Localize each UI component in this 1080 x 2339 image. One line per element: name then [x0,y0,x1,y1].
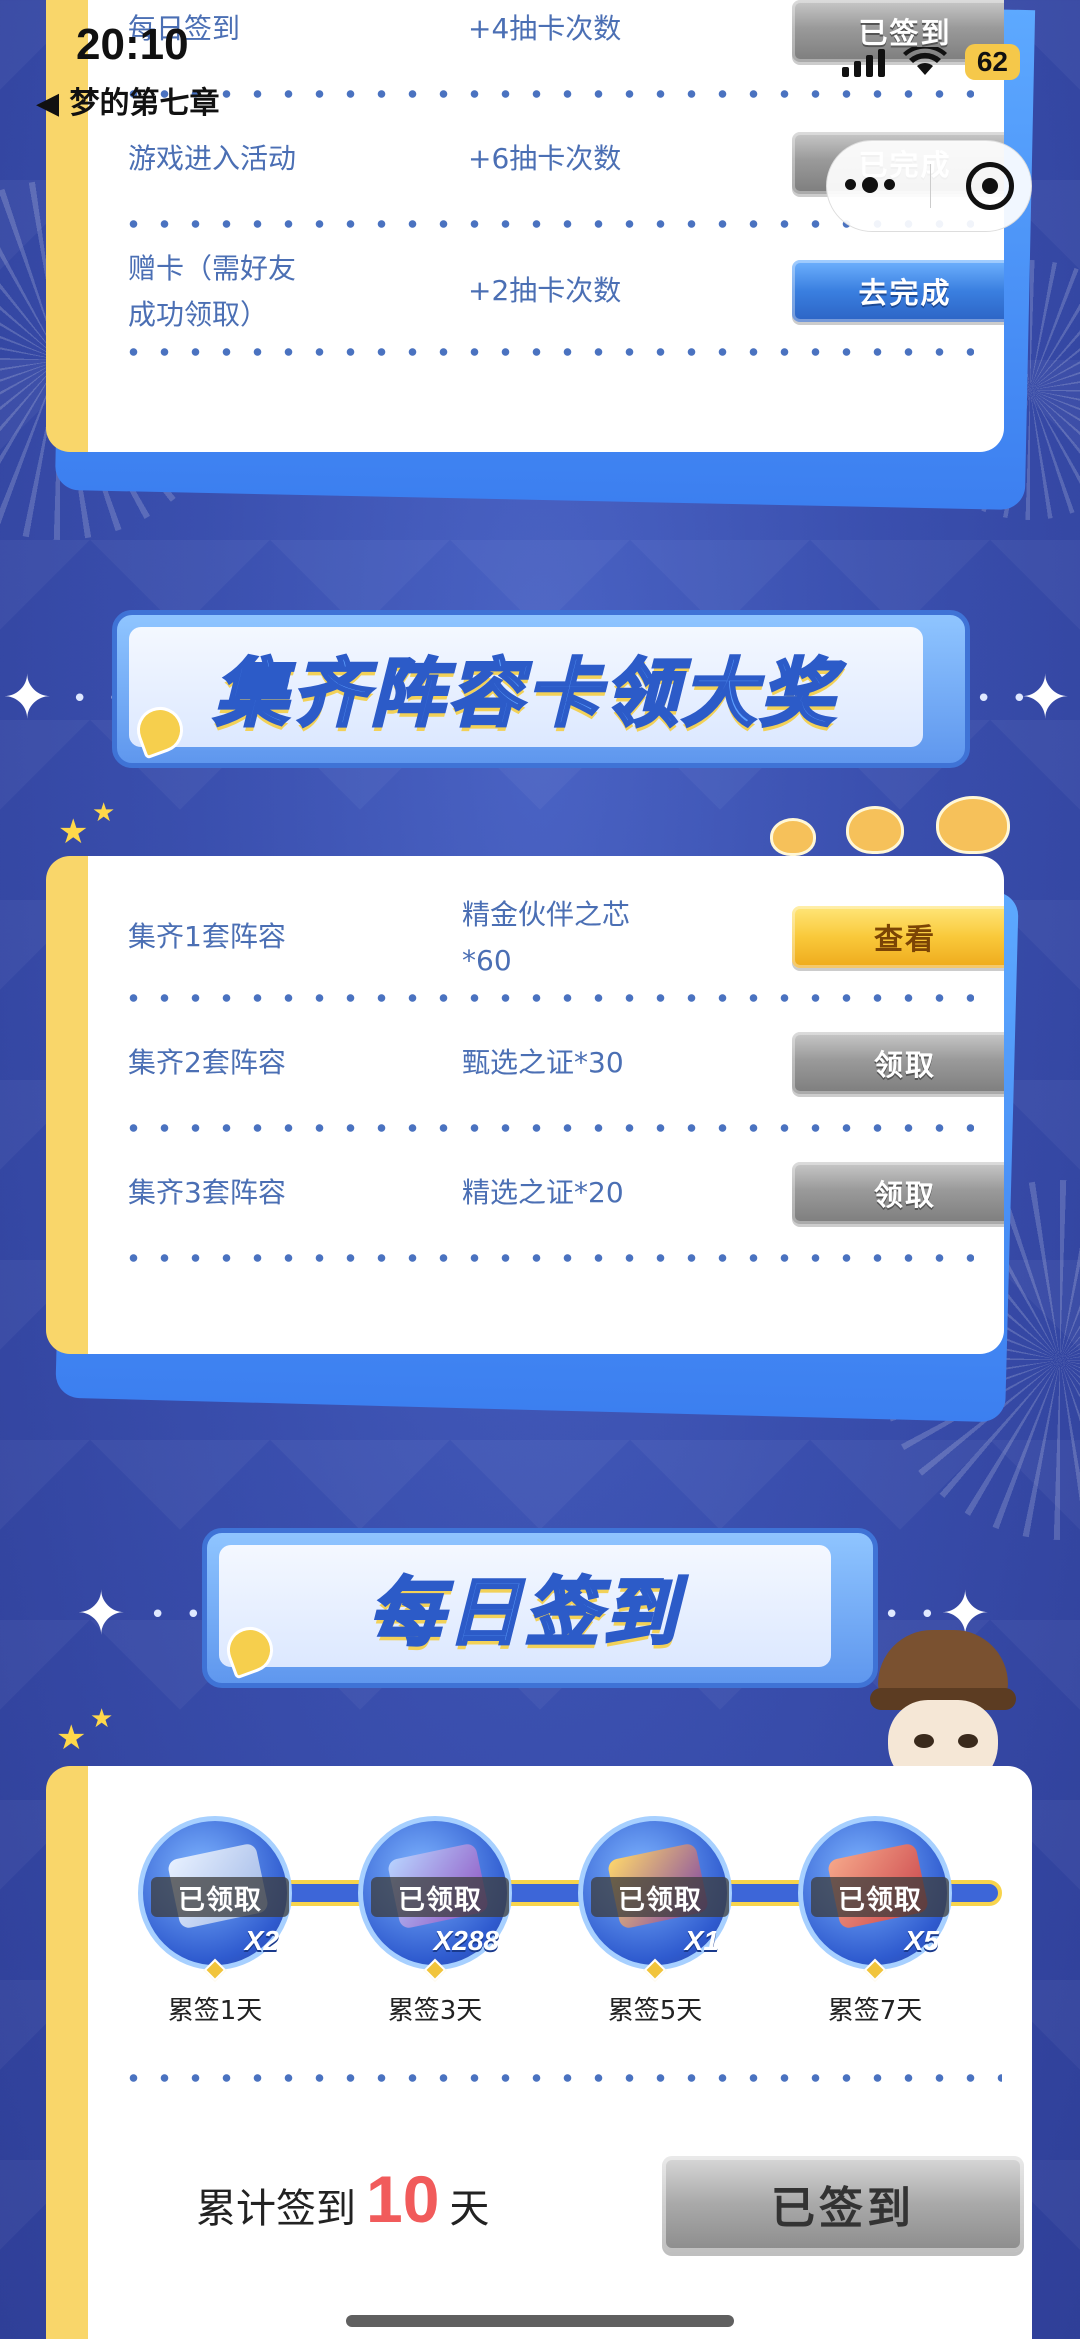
card-side-text: CHAPTER SEVEN [57,1806,84,2063]
status-icons: 62 [841,44,1020,80]
sparkle-icon: ✦ [1020,663,1071,733]
user-id-watermark: ID 4825 [900,2272,1020,2310]
sparkle-dots: • • [884,1600,941,1630]
milestone-day-label: 累签5天 [607,1996,703,2026]
star-icon: ★ [58,812,89,852]
lineup-name: 集齐3套阵容 [128,1176,286,1209]
signin-banner: 每日签到 [202,1528,878,1688]
reward-coin: 已领取 X5 [798,1816,952,1970]
reward-count: X288 [433,1925,499,1956]
close-miniprogram-icon[interactable] [965,162,1014,210]
star-icon: ★ [92,798,116,828]
reward-count: X1 [684,1925,719,1956]
back-link[interactable]: ◀ 梦的第七章 [36,78,220,122]
reward-coin: 已领取 X288 [358,1816,512,1970]
milestone-day5: 已领取 X1 累签5天 [570,1816,740,2027]
reward-coin: 已领取 X2 [138,1816,292,1970]
reward-coin: 已领取 X1 [578,1816,732,1970]
star-icon: ★ [90,1704,114,1734]
milestone-day1: 已领取 X2 累签1天 [130,1816,300,2027]
cellular-signal-icon [841,47,885,77]
task-reward: +6抽卡次数 [468,142,622,175]
claimed-stamp: 已领取 [591,1877,729,1917]
claimed-stamp: 已领取 [811,1877,949,1917]
battery-indicator: 62 [964,44,1020,80]
signin-banner-title: 每日签到 [368,1568,681,1657]
milestone-day3: 已领取 X288 累签3天 [350,1816,520,2027]
dotted-divider [118,1254,974,1262]
milestone-day-label: 累签7天 [827,1996,923,2026]
lineup-banner-inner: 集齐阵容卡领大奖 [129,627,923,747]
status-bar: 20:10 ◀ 梦的第七章 62 [0,0,1080,122]
total-suffix: 天 [449,2186,490,2232]
lineup-row: 集齐1套阵容 精金伙伴之芯 *60 查看 [88,892,1004,1022]
sparkle-icon: ✦ [76,1579,127,1649]
more-menu-icon[interactable] [844,177,895,193]
star-icon: ★ [56,1718,87,1758]
dotted-divider [118,2074,1002,2082]
lineup-name: 集齐1套阵容 [128,920,286,953]
petal-icon [770,818,816,856]
task-row: 赠卡（需好友 成功领取） +2抽卡次数 去完成 [88,246,1004,376]
total-signin: 累计签到 10 天 [196,2161,489,2237]
milestone-day-label: 累签1天 [167,1996,263,2026]
sparkle-icon: ✦ [2,663,53,733]
lineup-reward: 精选之证*20 [462,1176,624,1209]
task-name: 游戏进入活动 [128,142,297,175]
lineup-card: CHAPTER SEVEN 集齐1套阵容 精金伙伴之芯 *60 查看 集齐2套阵… [46,856,1004,1354]
dotted-divider [118,1124,974,1132]
view-button[interactable]: 查看 [792,906,1004,968]
clock: 20:10 [76,20,189,69]
card-side-text: CHAPTER SEVEN [57,896,84,1153]
lineup-reward-line2: *60 [462,944,512,977]
milestone-day-label: 累签3天 [387,1996,483,2026]
claim-button[interactable]: 领取 [792,1032,1004,1094]
task-name-line1: 赠卡（需好友 [128,252,297,285]
reward-count: X2 [244,1925,279,1956]
lineup-name: 集齐2套阵容 [128,1046,286,1079]
signed-in-big-button[interactable]: 已签到 [662,2156,1024,2252]
home-indicator[interactable] [346,2315,734,2327]
dotted-divider [118,348,974,356]
reward-count: X5 [904,1925,939,1956]
go-complete-button[interactable]: 去完成 [792,260,1004,322]
lineup-reward-line1: 精金伙伴之芯 [462,898,631,931]
claimed-stamp: 已领取 [151,1877,289,1917]
dotted-divider [118,994,974,1002]
lineup-row: 集齐3套阵容 精选之证*20 领取 [88,1162,1004,1292]
claimed-stamp: 已领取 [371,1877,509,1917]
wifi-icon [902,44,947,77]
sparkle-dots: • • [150,1600,207,1630]
capsule-divider [929,164,931,208]
claim-button[interactable]: 领取 [792,1162,1004,1224]
lineup-banner-title: 集齐阵容卡领大奖 [213,649,838,738]
signin-banner-inner: 每日签到 [219,1545,831,1667]
total-prefix: 累计签到 [196,2186,356,2232]
task-reward: +2抽卡次数 [468,274,622,307]
petal-icon [846,806,904,854]
petal-icon [936,796,1010,854]
milestone-day7: 已领取 X5 累签7天 [790,1816,960,2027]
mini-program-capsule [826,140,1032,232]
mascot-eye [958,1734,978,1748]
lineup-reward: 甄选之证*30 [462,1046,624,1079]
mascot-eye [914,1734,934,1748]
signin-card: CHAPTER SEVEN 已领取 X2 累签1天 已领取 X288 累签3天 … [46,1766,1032,2339]
task-name-line2: 成功领取） [128,298,269,331]
total-days: 10 [366,2162,440,2236]
lineup-row: 集齐2套阵容 甄选之证*30 领取 [88,1032,1004,1162]
lineup-banner: 集齐阵容卡领大奖 [112,610,970,768]
